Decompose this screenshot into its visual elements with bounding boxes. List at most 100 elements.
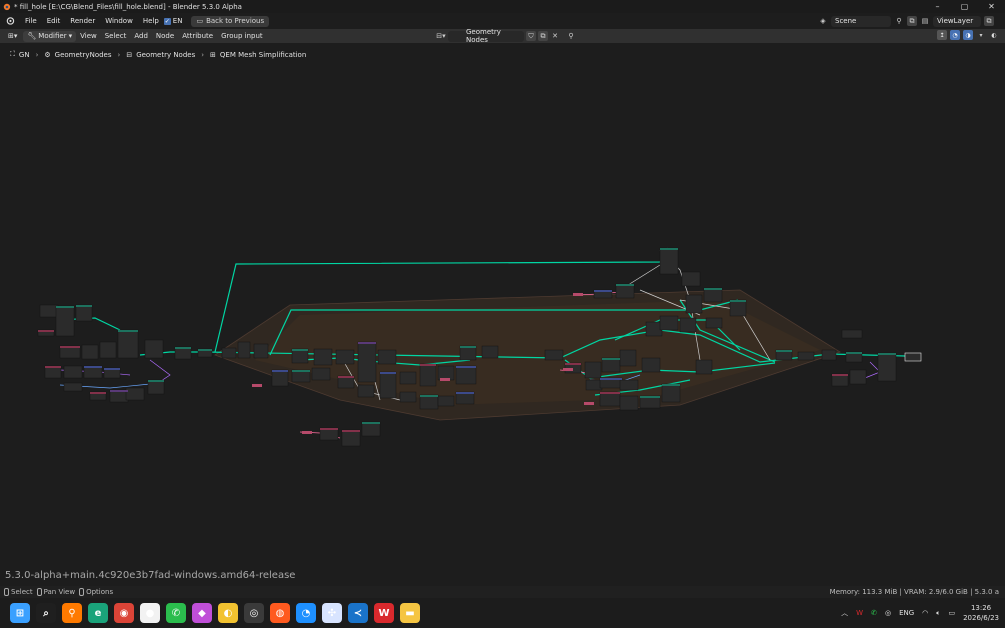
app-blue-chat-icon[interactable]: ◔ (296, 603, 316, 623)
node (81, 344, 99, 360)
menu-help[interactable]: Help (138, 17, 164, 25)
menu-edit[interactable]: Edit (42, 17, 66, 25)
clock[interactable]: 13:26 2026/6/23 (963, 603, 999, 623)
node-header (358, 342, 376, 344)
breadcrumb-item-gn[interactable]: GN (19, 51, 30, 59)
language-indicator[interactable]: ENG (899, 609, 914, 617)
node (685, 294, 703, 314)
blender-icon[interactable]: ◎ (244, 603, 264, 623)
header-menu-add[interactable]: Add (130, 32, 152, 40)
volume-icon[interactable]: 🔈︎ (936, 609, 940, 618)
windows-start-icon[interactable]: ⊞ (10, 603, 30, 623)
header-menu-view[interactable]: View (76, 32, 101, 40)
tray-overflow-chevron-icon[interactable]: ︿ (841, 608, 848, 618)
everything-search-icon[interactable]: ⚲ (62, 603, 82, 623)
app-panda-icon[interactable]: ● (140, 603, 160, 623)
node-tree-icon[interactable]: ⊟▾ (436, 31, 446, 41)
header-menu-select[interactable]: Select (101, 32, 131, 40)
tray-wechat-icon[interactable]: ✆ (871, 609, 877, 617)
value-node (563, 368, 573, 371)
node (729, 299, 747, 317)
snap-icon[interactable]: ◔ (950, 30, 960, 40)
battery-icon[interactable]: ▭ (948, 609, 955, 617)
header-menu-node[interactable]: Node (152, 32, 178, 40)
node-header (878, 353, 896, 355)
node (619, 379, 639, 391)
view-layer-selector[interactable]: ▤ ViewLayer ⧉ (920, 15, 994, 27)
memory-stats: Memory: 113.3 MiB | VRAM: 2.9/6.0 GiB | … (829, 588, 999, 596)
minimize-button[interactable]: – (924, 0, 951, 13)
node-group-name: Geometry Nodes (466, 28, 501, 44)
node-header (362, 422, 380, 424)
view-layer-field[interactable]: ViewLayer (933, 15, 981, 27)
wechat-icon[interactable]: ✆ (166, 603, 186, 623)
search-icon[interactable]: ⌕ (36, 603, 56, 623)
houdini-icon[interactable]: ◍ (270, 603, 290, 623)
close-button[interactable]: ✕ (978, 0, 1005, 13)
node-group-name-field[interactable]: Geometry Nodes (448, 28, 524, 44)
sidebar-toggle-icon[interactable]: ◐ (989, 30, 999, 40)
back-to-previous-button[interactable]: ▭ Back to Previous (191, 15, 270, 27)
editor-type-icon[interactable]: ⊞▾ (4, 32, 21, 40)
node (357, 341, 377, 383)
tray-app-icon[interactable]: ◎ (885, 609, 891, 617)
node (681, 271, 701, 287)
node (357, 384, 375, 398)
node-header (342, 430, 360, 432)
parent-node-tree-icon[interactable]: ↥ (937, 30, 947, 40)
scene-selector[interactable]: ◈ Scene ⚲ ⧉ (818, 15, 917, 27)
chrome-icon[interactable]: ◉ (114, 603, 134, 623)
modifier-context-dropdown[interactable]: 🔧︎ Modifier ▾ (23, 30, 77, 42)
status-options-label: Options (86, 588, 114, 596)
unlink-close-icon[interactable]: ✕ (550, 31, 560, 41)
node (437, 395, 455, 407)
breadcrumb-item-geometrynodes-modifier[interactable]: GeometryNodes (55, 51, 112, 59)
maximize-button[interactable]: ▢ (951, 0, 978, 13)
status-options-hint: Options (79, 588, 113, 596)
breadcrumb-item-geometry-nodes[interactable]: Geometry Nodes (136, 51, 195, 59)
node (144, 339, 164, 359)
scene-name-field[interactable]: Scene (831, 15, 891, 27)
pin-icon[interactable]: ⚲ (894, 16, 904, 26)
node-header (420, 364, 436, 366)
scene-icon: ◈ (820, 17, 826, 25)
ime-toggle[interactable]: ✓ EN (163, 17, 188, 25)
menu-window[interactable]: Window (100, 17, 138, 25)
app-purple-icon[interactable]: ◆ (192, 603, 212, 623)
node (253, 343, 269, 359)
fake-user-shield-icon[interactable]: ⛉ (526, 31, 536, 41)
breadcrumb-item-qem-mesh-simplification[interactable]: QEM Mesh Simplification (220, 51, 306, 59)
node-graph (37, 247, 922, 447)
clock-date: 2026/6/23 (963, 614, 999, 622)
file-explorer-icon[interactable]: ▬ (400, 603, 420, 623)
node-canvas[interactable] (0, 43, 1005, 586)
node (311, 367, 331, 381)
edge-icon[interactable]: e (88, 603, 108, 623)
new-view-layer-icon[interactable]: ⧉ (984, 16, 994, 26)
overlay-dropdown-icon[interactable]: ▾ (976, 30, 986, 40)
header-menu-group-input[interactable]: Group input (217, 32, 267, 40)
blender-menu-icon[interactable] (0, 16, 20, 27)
tray-wps-icon[interactable]: W (856, 609, 863, 617)
app-yellow-icon[interactable]: ◐ (218, 603, 238, 623)
wifi-icon[interactable]: ◠ (922, 609, 928, 617)
node-header (602, 358, 620, 360)
pin-node-tree-icon[interactable]: ⚲ (566, 31, 576, 41)
status-pan-hint: Pan View (36, 588, 75, 596)
status-select-hint: Select (4, 588, 33, 596)
app-network-icon[interactable]: ✣ (322, 603, 342, 623)
status-select-label: Select (11, 588, 33, 596)
node (695, 359, 713, 375)
menu-file[interactable]: File (20, 17, 42, 25)
node (619, 395, 639, 411)
vscode-icon[interactable]: ≺ (348, 603, 368, 623)
duplicate-node-group-icon[interactable]: ⧉ (538, 31, 548, 41)
overlay-icon[interactable]: ◑ (963, 30, 973, 40)
node (619, 349, 637, 367)
node (615, 283, 635, 299)
wps-icon[interactable]: W (374, 603, 394, 623)
header-menu-attribute[interactable]: Attribute (178, 32, 217, 40)
menu-render[interactable]: Render (65, 17, 100, 25)
node-header (76, 305, 92, 307)
new-scene-icon[interactable]: ⧉ (907, 16, 917, 26)
